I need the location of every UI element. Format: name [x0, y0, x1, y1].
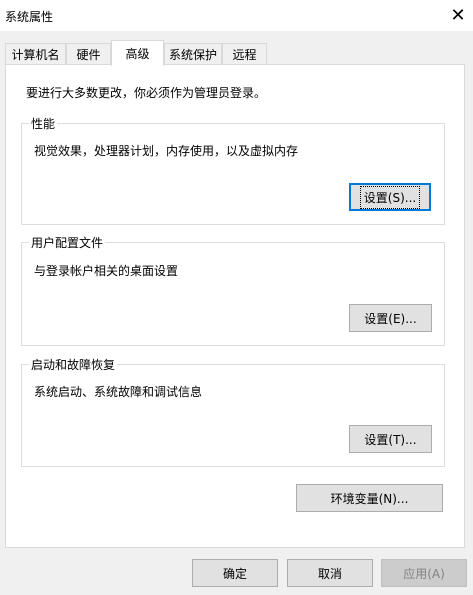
tab-system-protection[interactable]: 系统保护 [164, 43, 222, 64]
close-icon: ✕ [450, 5, 466, 26]
environment-variables-button[interactable]: 环境变量(N)... [296, 484, 443, 512]
button-label: 设置(T)... [364, 432, 417, 447]
tab-label: 高级 [125, 47, 150, 61]
button-label: 确定 [222, 566, 247, 581]
apply-button[interactable]: 应用(A) [381, 559, 467, 587]
user-profile-group: 用户配置文件 与登录帐户相关的桌面设置 设置(E)... [21, 234, 445, 346]
tab-label: 系统保护 [168, 47, 217, 62]
ok-button[interactable]: 确定 [192, 559, 278, 587]
cancel-button[interactable]: 取消 [287, 559, 373, 587]
button-label: 设置(S)... [359, 185, 421, 209]
startup-recovery-settings-button[interactable]: 设置(T)... [349, 425, 432, 453]
window-title: 系统属性 [5, 10, 54, 24]
button-label: 环境变量(N)... [330, 491, 409, 506]
group-title: 用户配置文件 [29, 234, 106, 251]
tab-computer-name[interactable]: 计算机名 [5, 43, 66, 64]
user-profile-settings-button[interactable]: 设置(E)... [349, 304, 432, 332]
tab-label: 硬件 [76, 47, 101, 62]
group-title: 启动和故障恢复 [29, 356, 118, 373]
group-description: 视觉效果，处理器计划，内存使用，以及虚拟内存 [34, 144, 299, 158]
group-title: 性能 [29, 115, 58, 132]
startup-recovery-group: 启动和故障恢复 系统启动、系统故障和调试信息 设置(T)... [21, 356, 445, 467]
tab-panel-advanced: 要进行大多数更改，你必须作为管理员登录。 性能 视觉效果，处理器计划，内存使用，… [5, 64, 465, 548]
tab-advanced[interactable]: 高级 [111, 40, 164, 66]
performance-group: 性能 视觉效果，处理器计划，内存使用，以及虚拟内存 设置(S)... [21, 115, 445, 225]
admin-notice: 要进行大多数更改，你必须作为管理员登录。 [26, 86, 267, 100]
tab-label: 计算机名 [11, 47, 60, 62]
button-label: 设置(E)... [364, 311, 417, 326]
tab-label: 远程 [232, 47, 257, 62]
performance-settings-button[interactable]: 设置(S)... [349, 183, 431, 211]
group-description: 与登录帐户相关的桌面设置 [34, 264, 179, 278]
button-label: 应用(A) [403, 566, 445, 581]
tab-remote[interactable]: 远程 [222, 43, 267, 64]
close-button[interactable]: ✕ [443, 0, 473, 31]
tab-hardware[interactable]: 硬件 [66, 43, 111, 64]
group-description: 系统启动、系统故障和调试信息 [34, 385, 203, 399]
title-bar: 系统属性 ✕ [0, 0, 473, 31]
button-label: 取消 [317, 566, 342, 581]
